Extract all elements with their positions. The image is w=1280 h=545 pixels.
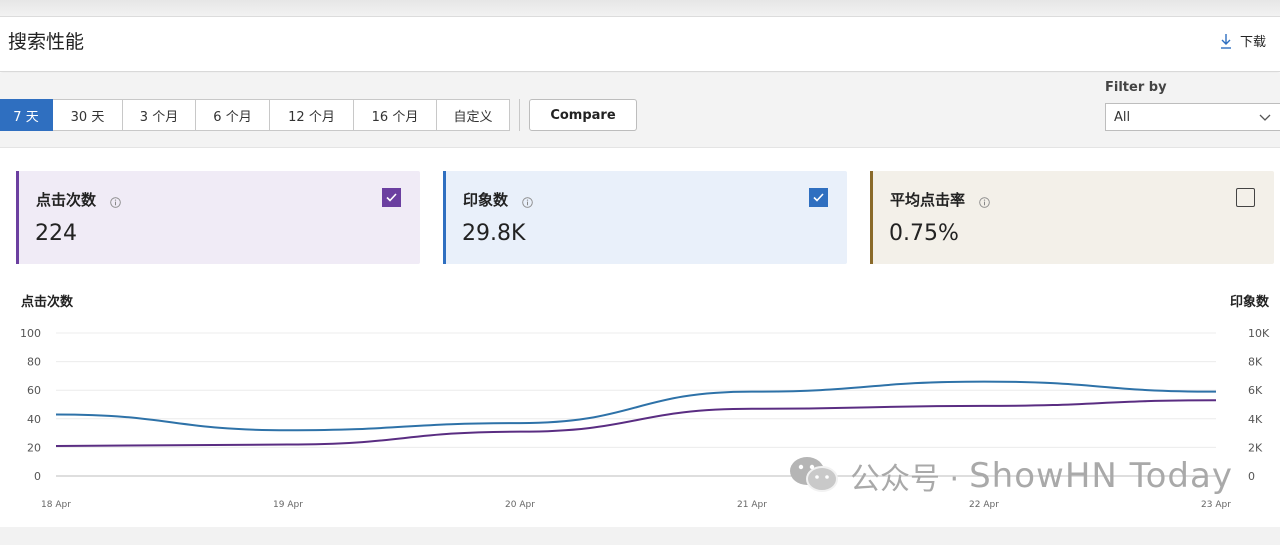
- download-icon: [1220, 33, 1232, 49]
- card-value: 29.8K: [462, 221, 526, 246]
- unchecked-checkbox-icon[interactable]: [1236, 188, 1255, 207]
- card-accent: [870, 171, 873, 264]
- search-performance-panel: 搜索性能 下载 7 天 30 天3 个月 6 个月 12 个月 16 个月 自定义 Com…: [0, 16, 1280, 528]
- checked-checkbox-icon[interactable]: [809, 188, 828, 207]
- metric-card[interactable]: 平均点击率 0.75%: [870, 171, 1274, 264]
- x-tick-label: 22 Apr: [969, 500, 999, 510]
- x-tick-label: 23 Apr: [1201, 500, 1231, 510]
- info-icon[interactable]: [110, 193, 121, 212]
- range-option[interactable]: 6 个月: [196, 99, 270, 131]
- download-label: 下载: [1239, 35, 1266, 50]
- right-tick-label: 0: [1248, 470, 1255, 483]
- x-tick-label: 21 Apr: [737, 500, 767, 510]
- card-label: 印象数: [463, 191, 509, 209]
- x-tick-label: 20 Apr: [505, 500, 535, 510]
- right-tick-label: 10K: [1248, 327, 1270, 340]
- right-tick-label: 2K: [1248, 441, 1263, 454]
- x-tick-label: 18 Apr: [41, 500, 71, 510]
- metric-card[interactable]: 印象数 29.8K: [443, 171, 847, 264]
- filter-select[interactable]: All: [1105, 103, 1280, 131]
- chevron-down-icon: [1259, 111, 1271, 127]
- right-tick-label: 4K: [1248, 413, 1263, 426]
- right-tick-label: 6K: [1248, 384, 1263, 397]
- top-shade: [0, 0, 1280, 16]
- line-chart-svg: 0 0 20 2K 40 4K 60 6K 80 8K 100 10K 18 Apr 19 Apr 20 A…: [20, 327, 1270, 510]
- range-option[interactable]: 16 个月: [354, 99, 437, 131]
- left-tick-label: 40: [27, 413, 41, 426]
- card-label: 点击次数: [36, 191, 97, 209]
- right-tick-label: 8K: [1248, 356, 1263, 369]
- info-icon[interactable]: [522, 193, 533, 212]
- performance-chart: 点击次数 印象数 0 0 20 2K 40 4K 60 6K 80 8K 100 10K 18 Apr 1…: [0, 287, 1280, 527]
- card-value: 0.75%: [889, 221, 959, 246]
- range-option[interactable]: 3 个月: [123, 99, 196, 131]
- range-option[interactable]: 自定义: [437, 99, 510, 131]
- filter-value: All: [1114, 109, 1131, 125]
- card-label: 平均点击率: [890, 191, 966, 209]
- filter-label: Filter by: [1105, 80, 1167, 95]
- metric-card[interactable]: 点击次数 224: [16, 171, 420, 264]
- date-range-selector: 7 天 30 天3 个月 6 个月 12 个月 16 个月 自定义: [0, 99, 510, 131]
- range-option[interactable]: 12 个月: [270, 99, 354, 131]
- left-tick-label: 100: [20, 327, 41, 340]
- panel-header: 搜索性能 下载: [0, 17, 1280, 72]
- toolbar-divider: [519, 99, 520, 131]
- left-tick-label: 60: [27, 384, 41, 397]
- compare-button[interactable]: Compare: [529, 99, 637, 131]
- toolbar: 7 天 30 天3 个月 6 个月 12 个月 16 个月 自定义 Compare Fil…: [0, 73, 1280, 148]
- info-icon[interactable]: [979, 193, 990, 212]
- checked-checkbox-icon[interactable]: [382, 188, 401, 207]
- card-accent: [16, 171, 19, 264]
- bottom-shade: [0, 527, 1280, 545]
- card-value: 224: [35, 221, 77, 246]
- page-title: 搜索性能: [8, 31, 85, 53]
- left-tick-label: 0: [34, 470, 41, 483]
- left-tick-label: 20: [27, 441, 41, 454]
- card-accent: [443, 171, 446, 264]
- left-tick-label: 80: [27, 356, 41, 369]
- x-tick-label: 19 Apr: [273, 500, 303, 510]
- download-button[interactable]: 下载: [1220, 31, 1266, 50]
- range-option[interactable]: 7 天: [0, 99, 53, 131]
- range-option[interactable]: 30 天: [53, 99, 123, 131]
